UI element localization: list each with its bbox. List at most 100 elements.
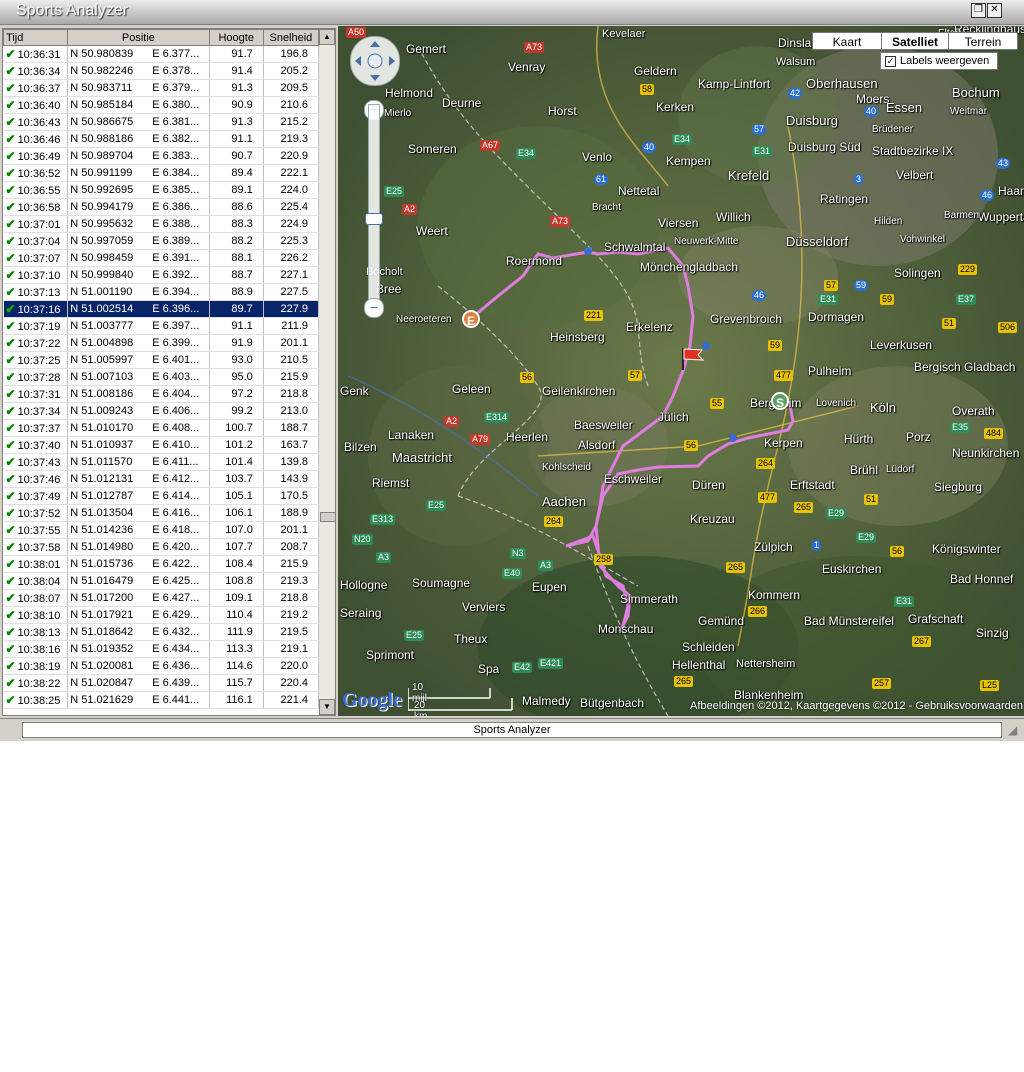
scroll-up-button[interactable]: ▲ <box>319 29 335 45</box>
checkmark-icon[interactable]: ✔ <box>6 574 16 588</box>
column-header-positie[interactable]: Positie <box>67 29 210 46</box>
checkmark-icon[interactable]: ✔ <box>6 336 16 350</box>
table-row[interactable]: ✔ 10:37:01 N 50.995632 E 6.388... 88.3 224.9 <box>3 215 320 233</box>
checkmark-icon[interactable]: ✔ <box>6 625 16 639</box>
end-marker[interactable]: E <box>462 310 480 328</box>
checkmark-icon[interactable]: ✔ <box>6 608 16 622</box>
checkmark-icon[interactable]: ✔ <box>6 506 16 520</box>
table-row[interactable]: ✔ 10:38:10 N 51.017921 E 6.429... 110.4 219.2 <box>3 606 320 624</box>
table-row[interactable]: ✔ 10:36:43 N 50.986675 E 6.381... 91.3 215.2 <box>3 113 320 131</box>
resize-grip-icon[interactable]: ◢ <box>1008 723 1022 737</box>
table-row[interactable]: ✔ 10:38:19 N 51.020081 E 6.436... 114.6 220.0 <box>3 657 320 675</box>
checkmark-icon[interactable]: ✔ <box>6 268 16 282</box>
google-logo[interactable]: Google <box>342 689 402 712</box>
close-button[interactable]: ✕ <box>987 3 1002 18</box>
map-type-satelliet[interactable]: Satelliet <box>881 32 949 50</box>
checkmark-icon[interactable]: ✔ <box>6 115 16 129</box>
column-header-tijd[interactable]: Tijd <box>3 29 69 46</box>
table-row[interactable]: ✔ 10:37:49 N 51.012787 E 6.414... 105.1 170.5 <box>3 487 320 505</box>
table-row[interactable]: ✔ 10:38:04 N 51.016479 E 6.425... 108.8 219.3 <box>3 572 320 590</box>
table-row[interactable]: ✔ 10:36:37 N 50.983711 E 6.379... 91.3 209.5 <box>3 79 320 97</box>
table-row[interactable]: ✔ 10:37:13 N 51.001190 E 6.394... 88.9 227.5 <box>3 283 320 301</box>
checkmark-icon[interactable]: ✔ <box>6 370 16 384</box>
column-header-snelheid[interactable]: Snelheid <box>262 29 320 46</box>
scroll-thumb[interactable] <box>320 512 335 522</box>
table-row[interactable]: ✔ 10:38:07 N 51.017200 E 6.427... 109.1 218.8 <box>3 589 320 607</box>
table-row[interactable]: ✔ 10:37:31 N 51.008186 E 6.404... 97.2 218.8 <box>3 385 320 403</box>
table-row[interactable]: ✔ 10:36:52 N 50.991199 E 6.384... 89.4 222.1 <box>3 164 320 182</box>
table-row[interactable]: ✔ 10:37:37 N 51.010170 E 6.408... 100.7 188.7 <box>3 419 320 437</box>
map-type-kaart[interactable]: Kaart <box>812 32 882 50</box>
checkmark-icon[interactable]: ✔ <box>6 693 16 707</box>
table-row[interactable]: ✔ 10:37:19 N 51.003777 E 6.397... 91.1 211.9 <box>3 317 320 335</box>
table-row[interactable]: ✔ 10:37:07 N 50.998459 E 6.391... 88.1 226.2 <box>3 249 320 267</box>
checkmark-icon[interactable]: ✔ <box>6 132 16 146</box>
checkmark-icon[interactable]: ✔ <box>6 472 16 486</box>
checkmark-icon[interactable]: ✔ <box>6 591 16 605</box>
table-row[interactable]: ✔ 10:38:25 N 51.021629 E 6.441... 116.1 221.4 <box>3 691 320 709</box>
pan-arrows-icon[interactable] <box>351 37 399 85</box>
map-view[interactable]: Gemert Venray Geldern Kamp-Lintfort Ober… <box>338 26 1024 716</box>
checkmark-icon[interactable]: ✔ <box>6 387 16 401</box>
checkmark-icon[interactable]: ✔ <box>6 302 16 316</box>
table-row[interactable]: ✔ 10:37:10 N 50.999840 E 6.392... 88.7 227.1 <box>3 266 320 284</box>
checkmark-icon[interactable]: ✔ <box>6 98 16 112</box>
checkmark-icon[interactable]: ✔ <box>6 183 16 197</box>
table-row[interactable]: ✔ 10:38:22 N 51.020847 E 6.439... 115.7 220.4 <box>3 674 320 692</box>
table-row[interactable]: ✔ 10:37:58 N 51.014980 E 6.420... 107.7 208.7 <box>3 538 320 556</box>
table-row[interactable]: ✔ 10:36:58 N 50.994179 E 6.386... 88.6 225.4 <box>3 198 320 216</box>
checkmark-icon[interactable]: ✔ <box>6 404 16 418</box>
checkmark-icon[interactable]: ✔ <box>6 557 16 571</box>
table-row[interactable]: ✔ 10:37:16 N 51.002514 E 6.396... 89.7 227.9 <box>3 300 320 318</box>
scroll-down-button[interactable]: ▼ <box>319 699 335 715</box>
checkmark-icon[interactable]: ✔ <box>6 353 16 367</box>
table-row[interactable]: ✔ 10:37:25 N 51.005997 E 6.401... 93.0 210.5 <box>3 351 320 369</box>
checkmark-icon[interactable]: ✔ <box>6 540 16 554</box>
table-row[interactable]: ✔ 10:37:40 N 51.010937 E 6.410... 101.2 163.7 <box>3 436 320 454</box>
checkmark-icon[interactable]: ✔ <box>6 64 16 78</box>
table-row[interactable]: ✔ 10:37:55 N 51.014236 E 6.418... 107.0 201.1 <box>3 521 320 539</box>
labels-checkbox[interactable]: ✓ <box>885 56 896 67</box>
table-row[interactable]: ✔ 10:36:40 N 50.985184 E 6.380... 90.9 210.6 <box>3 96 320 114</box>
checkmark-icon[interactable]: ✔ <box>6 489 16 503</box>
table-row[interactable]: ✔ 10:37:34 N 51.009243 E 6.406... 99.2 213.0 <box>3 402 320 420</box>
checkmark-icon[interactable]: ✔ <box>6 642 16 656</box>
table-row[interactable]: ✔ 10:37:04 N 50.997059 E 6.389... 88.2 225.3 <box>3 232 320 250</box>
checkmark-icon[interactable]: ✔ <box>6 47 16 61</box>
flag-marker-icon[interactable] <box>680 346 706 372</box>
zoom-slider-track[interactable] <box>368 104 380 312</box>
table-row[interactable]: ✔ 10:37:28 N 51.007103 E 6.403... 95.0 215.9 <box>3 368 320 386</box>
table-row[interactable]: ✔ 10:36:49 N 50.989704 E 6.383... 90.7 220.9 <box>3 147 320 165</box>
checkmark-icon[interactable]: ✔ <box>6 234 16 248</box>
table-row[interactable]: ✔ 10:36:31 N 50.980839 E 6.377... 91.7 196.8 <box>3 45 320 63</box>
checkmark-icon[interactable]: ✔ <box>6 676 16 690</box>
start-marker[interactable]: S <box>771 392 789 410</box>
table-row[interactable]: ✔ 10:38:13 N 51.018642 E 6.432... 111.9 219.5 <box>3 623 320 641</box>
checkmark-icon[interactable]: ✔ <box>6 81 16 95</box>
table-row[interactable]: ✔ 10:37:52 N 51.013504 E 6.416... 106.1 188.9 <box>3 504 320 522</box>
table-row[interactable]: ✔ 10:37:22 N 51.004898 E 6.399... 91.9 201.1 <box>3 334 320 352</box>
map-attribution[interactable]: Afbeeldingen ©2012, Kaartgegevens ©2012 … <box>690 700 1023 712</box>
restore-button[interactable]: ❐ <box>971 3 986 18</box>
checkmark-icon[interactable]: ✔ <box>6 455 16 469</box>
checkmark-icon[interactable]: ✔ <box>6 251 16 265</box>
table-row[interactable]: ✔ 10:38:16 N 51.019352 E 6.434... 113.3 219.1 <box>3 640 320 658</box>
list-scrollbar[interactable]: ▲ ▼ <box>319 29 335 715</box>
checkmark-icon[interactable]: ✔ <box>6 523 16 537</box>
table-row[interactable]: ✔ 10:36:34 N 50.982246 E 6.378... 91.4 205.2 <box>3 62 320 80</box>
map-type-terrein[interactable]: Terrein <box>948 32 1018 50</box>
checkmark-icon[interactable]: ✔ <box>6 421 16 435</box>
labels-toggle[interactable]: ✓ Labels weergeven <box>880 52 998 70</box>
checkmark-icon[interactable]: ✔ <box>6 659 16 673</box>
table-row[interactable]: ✔ 10:36:55 N 50.992695 E 6.385... 89.1 224.0 <box>3 181 320 199</box>
checkmark-icon[interactable]: ✔ <box>6 438 16 452</box>
checkmark-icon[interactable]: ✔ <box>6 285 16 299</box>
pan-control[interactable] <box>350 36 400 86</box>
checkmark-icon[interactable]: ✔ <box>6 166 16 180</box>
checkmark-icon[interactable]: ✔ <box>6 200 16 214</box>
checkmark-icon[interactable]: ✔ <box>6 217 16 231</box>
zoom-slider-handle[interactable] <box>365 213 383 225</box>
checkmark-icon[interactable]: ✔ <box>6 149 16 163</box>
table-row[interactable]: ✔ 10:38:01 N 51.015736 E 6.422... 108.4 215.9 <box>3 555 320 573</box>
table-row[interactable]: ✔ 10:37:43 N 51.011570 E 6.411... 101.4 139.8 <box>3 453 320 471</box>
